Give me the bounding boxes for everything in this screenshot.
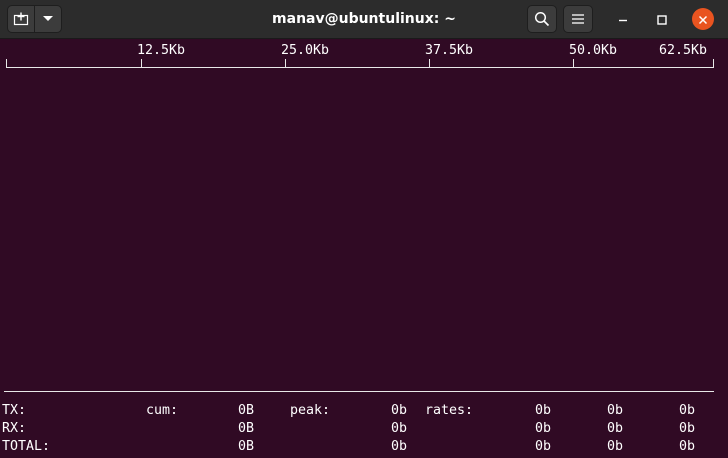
close-button[interactable] (692, 8, 714, 30)
scale-tick (573, 59, 574, 68)
total-rate-value: 0b (678, 439, 695, 454)
tx-rate-value: 0b (534, 403, 551, 418)
maximize-icon (657, 10, 667, 29)
rates-label: rates: (425, 403, 474, 418)
search-button[interactable] (527, 5, 557, 33)
total-rate-value: 0b (534, 439, 551, 454)
scale-tick-label: 50.0Kb (569, 43, 618, 58)
hamburger-menu-button[interactable] (563, 5, 593, 33)
total-rate-value: 0b (606, 439, 623, 454)
scale-axis-line (6, 67, 714, 68)
tx-peak-value: 0b (390, 403, 407, 418)
close-icon (698, 10, 708, 29)
scale-tick (429, 59, 430, 68)
total-label: TOTAL: (2, 439, 51, 454)
tx-cum-value: 0B (237, 403, 254, 418)
scale-tick (6, 59, 7, 68)
scale-tick (141, 59, 142, 68)
scale-tick-label: 12.5Kb (137, 43, 186, 58)
search-icon (534, 11, 550, 27)
tx-rate-value: 0b (678, 403, 695, 418)
scale-tick-label: 25.0Kb (281, 43, 330, 58)
tx-label: TX: (2, 403, 27, 418)
title-bar: manav@ubuntulinux: ~ (0, 0, 728, 39)
scale-tick (713, 59, 714, 68)
rx-label: RX: (2, 421, 27, 436)
total-cum-value: 0B (237, 439, 254, 454)
rx-rate-value: 0b (534, 421, 551, 436)
rx-cum-value: 0B (237, 421, 254, 436)
rx-rate-value: 0b (678, 421, 695, 436)
hamburger-icon (571, 13, 585, 25)
scale-tick (285, 59, 286, 68)
maximize-button[interactable] (651, 8, 673, 30)
minimize-icon (618, 10, 628, 29)
rx-peak-value: 0b (390, 421, 407, 436)
cum-label: cum: (146, 403, 179, 418)
rx-rate-value: 0b (606, 421, 623, 436)
stats-divider (4, 391, 714, 392)
terminal-area[interactable]: 12.5Kb 25.0Kb 37.5Kb 50.0Kb 62.5Kb TX: c… (0, 39, 728, 458)
scale-tick-label: 62.5Kb (659, 43, 708, 58)
total-peak-value: 0b (390, 439, 407, 454)
scale-tick-label: 37.5Kb (425, 43, 474, 58)
tx-rate-value: 0b (606, 403, 623, 418)
peak-label: peak: (290, 403, 331, 418)
minimize-button[interactable] (612, 8, 634, 30)
